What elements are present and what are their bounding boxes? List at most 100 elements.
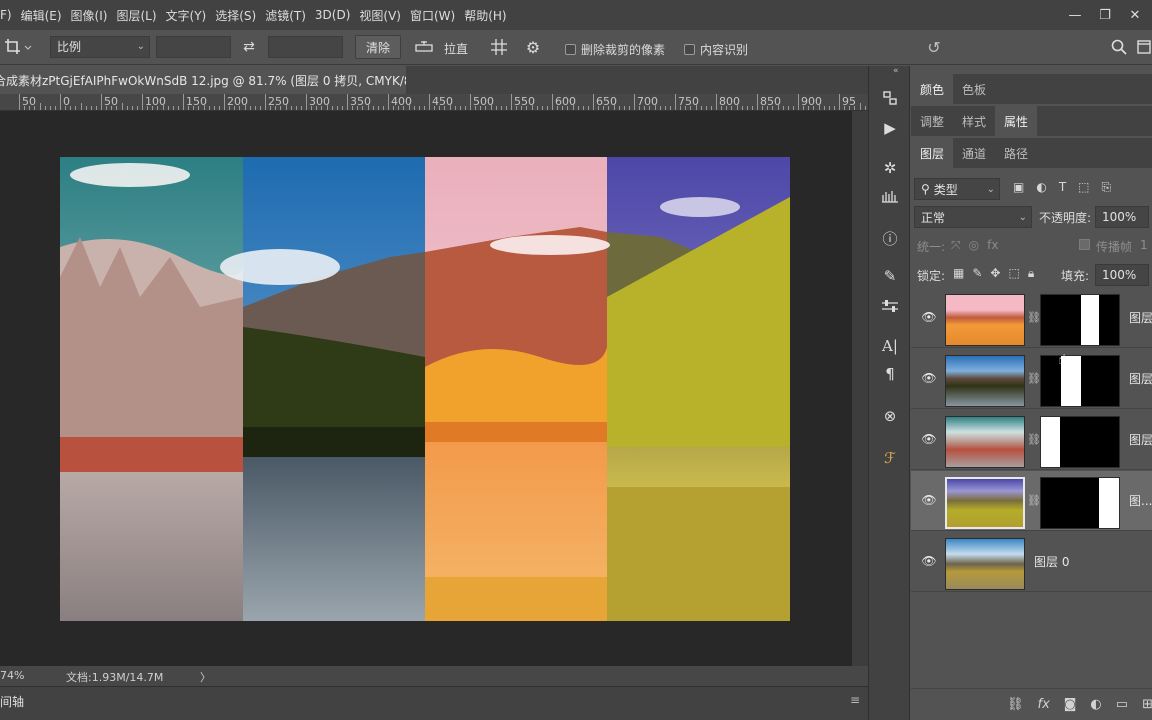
- lock-all-icon[interactable]: 🔒︎: [1028, 266, 1034, 281]
- menu-3d[interactable]: 3D(D): [311, 8, 355, 22]
- delete-cropped-checkbox[interactable]: 删除裁剪的像素: [565, 41, 665, 58]
- layer-filter-select[interactable]: ⚲ 类型 ⌄: [914, 178, 1000, 200]
- minimize-button[interactable]: —: [1064, 4, 1086, 26]
- restore-button[interactable]: ❐: [1094, 4, 1116, 26]
- crop-height-input[interactable]: [268, 36, 343, 58]
- smart-object-filter-icon[interactable]: ⎘: [1102, 180, 1112, 195]
- layer-name[interactable]: 图层 0: [1034, 553, 1069, 570]
- add-mask-icon[interactable]: ◙: [1064, 697, 1077, 712]
- tab-paths[interactable]: 路径: [995, 138, 1037, 168]
- eye-icon[interactable]: 👁︎: [921, 553, 937, 569]
- layer-row-selected[interactable]: 👁︎ ⛓ 图...: [911, 471, 1152, 531]
- tab-styles[interactable]: 样式: [953, 106, 995, 136]
- overlay-grid-icon[interactable]: [488, 37, 510, 57]
- document-image[interactable]: [60, 157, 790, 621]
- unify-style-icon[interactable]: fx: [987, 238, 998, 253]
- content-aware-checkbox[interactable]: 内容识别: [684, 41, 748, 58]
- propagate-checkbox-icon[interactable]: [1079, 239, 1090, 250]
- menu-file[interactable]: F): [0, 8, 17, 22]
- layer-name[interactable]: 图层: [1129, 370, 1152, 387]
- link-layers-icon[interactable]: ⛓: [1007, 697, 1024, 712]
- document-tab[interactable]: 合成素材zPtGjEfAIPhFwOkWnSdB 12.jpg @ 81.7% …: [0, 66, 406, 94]
- search-icon[interactable]: [1108, 37, 1130, 57]
- menu-window[interactable]: 窗口(W): [406, 7, 460, 24]
- blend-mode-select[interactable]: 正常 ⌄: [914, 206, 1032, 228]
- tab-adjustments[interactable]: 调整: [911, 106, 953, 136]
- vertical-scrollbar[interactable]: [852, 111, 868, 668]
- layer-name[interactable]: 图层: [1129, 431, 1152, 448]
- panel-menu-icon[interactable]: ≡: [850, 693, 860, 707]
- adjust-sliders-icon[interactable]: [878, 294, 902, 318]
- brushes-icon[interactable]: [878, 184, 902, 208]
- new-layer-icon[interactable]: ⊞: [1142, 697, 1152, 712]
- tab-properties[interactable]: 属性: [995, 106, 1038, 136]
- ratio-select[interactable]: 比例 ⌄: [50, 36, 150, 58]
- new-group-icon[interactable]: ▭: [1116, 697, 1128, 712]
- clone-source-icon[interactable]: ⊗: [878, 404, 902, 428]
- menu-select[interactable]: 选择(S): [211, 7, 261, 24]
- layer-style-icon[interactable]: fx: [1038, 697, 1050, 712]
- collapse-icon[interactable]: «: [893, 66, 899, 76]
- link-icon[interactable]: ⛓: [1027, 433, 1041, 447]
- link-icon[interactable]: ⛓: [1027, 372, 1041, 386]
- shape-filter-icon[interactable]: ⬚: [1078, 180, 1089, 195]
- menu-view[interactable]: 视图(V): [355, 7, 406, 24]
- link-icon[interactable]: ⛓: [1027, 311, 1041, 325]
- lock-transparent-icon[interactable]: ▦: [953, 266, 964, 281]
- layer-name[interactable]: 图层: [1129, 309, 1152, 326]
- type-filter-icon[interactable]: T: [1059, 180, 1066, 195]
- tab-swatches[interactable]: 色板: [953, 74, 995, 104]
- layer-row[interactable]: 👁︎ ⛓ 图层: [911, 410, 1152, 470]
- tab-layers[interactable]: 图层: [911, 138, 954, 168]
- layer-row[interactable]: 👁︎ ⛓ 图层: [911, 288, 1152, 348]
- eye-icon[interactable]: 👁︎: [921, 492, 937, 508]
- paragraph-icon[interactable]: ¶: [878, 362, 902, 386]
- status-menu-arrow[interactable]: 〉: [200, 669, 211, 685]
- swap-icon[interactable]: ⇄: [238, 38, 260, 56]
- lock-artboard-icon[interactable]: ⬚: [1008, 266, 1019, 281]
- close-button[interactable]: ✕: [1124, 4, 1146, 26]
- eye-icon[interactable]: 👁︎: [921, 431, 937, 447]
- crop-width-input[interactable]: [156, 36, 231, 58]
- character-icon[interactable]: A|: [878, 334, 902, 358]
- eye-icon[interactable]: 👁︎: [921, 370, 937, 386]
- play-icon[interactable]: ▶: [878, 116, 902, 140]
- opacity-input[interactable]: 100%: [1095, 206, 1149, 228]
- tab-color[interactable]: 颜色: [911, 74, 954, 104]
- menu-filter[interactable]: 滤镜(T): [261, 7, 311, 24]
- fill-input[interactable]: 100%: [1095, 264, 1149, 286]
- image-filter-icon[interactable]: ▣: [1013, 180, 1024, 195]
- layer-row[interactable]: 👁︎ ⛓ 图层: [911, 349, 1152, 409]
- straighten-icon[interactable]: [413, 37, 435, 57]
- document-info[interactable]: 文档:1.93M/14.7M: [66, 669, 163, 685]
- tool-presets-icon[interactable]: ✎: [878, 264, 902, 288]
- adjustment-filter-icon[interactable]: ◐: [1036, 180, 1046, 195]
- workspace-icon[interactable]: [1136, 37, 1152, 57]
- straighten-label[interactable]: 拉直: [444, 40, 468, 57]
- crop-tool-icon[interactable]: [0, 36, 36, 58]
- link-icon[interactable]: ⛓: [1027, 494, 1041, 508]
- unify-visibility-icon[interactable]: ◎: [969, 238, 979, 253]
- zoom-level[interactable]: 74%: [0, 669, 24, 682]
- lock-image-icon[interactable]: ✎: [972, 266, 982, 281]
- glyphs-icon[interactable]: ℱ: [878, 446, 902, 470]
- layer-name[interactable]: 图...: [1129, 492, 1152, 509]
- menu-type[interactable]: 文字(Y): [162, 7, 212, 24]
- tab-channels[interactable]: 通道: [953, 138, 995, 168]
- gear-icon[interactable]: ⚙: [522, 37, 544, 57]
- menu-help[interactable]: 帮助(H): [460, 7, 511, 24]
- clear-button[interactable]: 清除: [355, 35, 401, 59]
- lock-position-icon[interactable]: ✥: [990, 266, 1000, 281]
- timeline-tab[interactable]: 间轴: [0, 693, 24, 710]
- eye-icon[interactable]: 👁︎: [921, 309, 937, 325]
- layer-row[interactable]: 👁︎ 图层 0: [911, 532, 1152, 592]
- menu-image[interactable]: 图像(I): [67, 7, 113, 24]
- brush-settings-icon[interactable]: ✲: [878, 156, 902, 180]
- unify-position-icon[interactable]: ⤧: [951, 238, 961, 253]
- new-adjustment-icon[interactable]: ◐: [1090, 697, 1101, 712]
- reset-icon[interactable]: ↺: [922, 37, 946, 57]
- canvas-area[interactable]: [0, 111, 852, 668]
- history-icon[interactable]: [878, 86, 902, 110]
- menu-layer[interactable]: 图层(L): [112, 7, 161, 24]
- info-icon[interactable]: ⓘ: [878, 226, 902, 250]
